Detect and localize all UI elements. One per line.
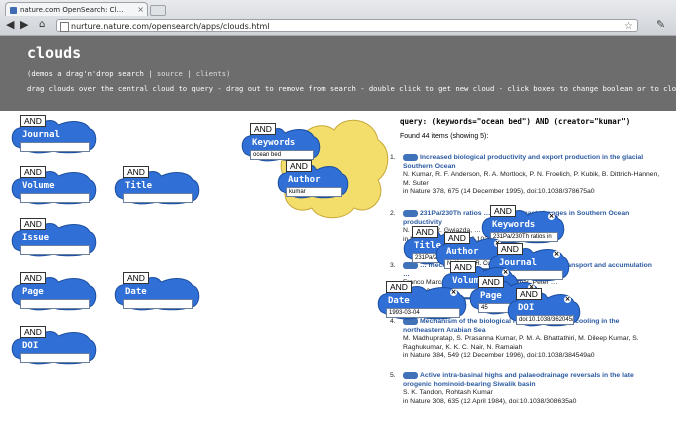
boolean-toggle[interactable]: AND: [20, 272, 46, 284]
cloud-input[interactable]: kumar: [286, 187, 342, 197]
page-header: clouds (demos a drag'n'drop search | sou…: [0, 36, 676, 111]
close-icon[interactable]: ×: [553, 251, 560, 258]
subtitle-text: (demos a drag'n'drop search |: [27, 69, 153, 78]
result-number: 2.: [390, 210, 396, 217]
cloud-author[interactable]: AND Author kumar: [276, 160, 350, 199]
cloud-icon[interactable]: [403, 210, 418, 217]
clients-link[interactable]: clients): [196, 69, 231, 78]
result-citation: in Nature 378, 675 (14 December 1995), d…: [403, 188, 595, 195]
browser-tab[interactable]: nature.com OpenSearch: Cl… ×: [5, 2, 148, 16]
close-tab-icon[interactable]: ×: [137, 3, 144, 16]
cloud-input[interactable]: 1993-03-04: [386, 308, 460, 318]
cloud-label: Author: [446, 247, 479, 257]
cloud-label: Page: [22, 287, 44, 297]
address-bar[interactable]: nurture.nature.com/opensearch/apps/cloud…: [56, 19, 638, 32]
favicon-icon: [10, 7, 17, 14]
result-authors: M. Madhupratap, S. Prasanna Kumar, P. M.…: [403, 335, 639, 351]
result-number: 1.: [390, 154, 396, 161]
result-item: 1. Increased biological productivity and …: [390, 154, 660, 197]
result-authors: N. Kumar, R. F. Anderson, R. A. Mortlock…: [403, 171, 660, 187]
close-icon[interactable]: ×: [450, 289, 457, 296]
cloud-input[interactable]: [20, 353, 90, 363]
boolean-toggle[interactable]: AND: [490, 205, 516, 217]
cloud-input[interactable]: [20, 193, 90, 203]
cloud-doi[interactable]: AND DOI doi:10.1038/362045a0 ×: [506, 288, 582, 327]
boolean-toggle[interactable]: AND: [20, 115, 46, 127]
cloud-keywords[interactable]: AND Keywords ocean bed: [240, 123, 322, 162]
cloud-title[interactable]: AND Title: [113, 166, 201, 205]
boolean-toggle[interactable]: AND: [516, 288, 542, 300]
cloud-input[interactable]: [20, 299, 90, 309]
cloud-label: Date: [125, 287, 147, 297]
result-item: 5. Active intra-basinal highs and palaeod…: [390, 372, 660, 406]
cloud-input[interactable]: [20, 142, 90, 152]
boolean-toggle[interactable]: AND: [20, 326, 46, 338]
close-icon[interactable]: ×: [502, 269, 509, 276]
result-number: 5.: [390, 372, 396, 379]
cloud-icon[interactable]: [403, 372, 418, 379]
cloud-issue[interactable]: AND Issue: [10, 218, 98, 257]
close-icon[interactable]: ×: [564, 296, 571, 303]
boolean-toggle[interactable]: AND: [386, 281, 412, 293]
url-text: nurture.nature.com/opensearch/apps/cloud…: [71, 22, 270, 31]
boolean-toggle[interactable]: AND: [450, 261, 476, 273]
cloud-input[interactable]: doi:10.1038/362045a0: [516, 315, 574, 325]
cloud-page[interactable]: AND Page: [10, 272, 98, 311]
cloud-label: Journal: [22, 130, 60, 140]
back-icon[interactable]: ◀: [6, 19, 14, 31]
cloud-label: Issue: [22, 233, 50, 243]
cloud-label: DOI: [22, 341, 39, 351]
cloud-label: Page: [480, 291, 502, 301]
cloud-label: Author: [288, 175, 321, 185]
result-authors: S. K. Tandon, Rohtash Kumar: [403, 389, 493, 396]
result-title-link[interactable]: Active intra-basinal highs and palaeodra…: [403, 372, 660, 389]
cloud-date[interactable]: AND Date 1993-03-04 ×: [376, 281, 468, 320]
forward-icon[interactable]: ▶: [20, 19, 28, 31]
cloud-journal[interactable]: AND Journal: [10, 115, 98, 154]
result-number: 3.: [390, 262, 396, 269]
source-link[interactable]: source: [157, 69, 183, 78]
wrench-icon[interactable]: ✎: [656, 18, 665, 31]
bookmark-star-icon[interactable]: ☆: [624, 20, 633, 33]
cloud-input[interactable]: [123, 299, 193, 309]
home-icon[interactable]: ⌂: [39, 19, 45, 31]
cloud-input[interactable]: ocean bed: [250, 150, 314, 160]
found-count: Found 44 items (showing 5):: [400, 133, 489, 140]
boolean-toggle[interactable]: AND: [20, 166, 46, 178]
close-icon[interactable]: ×: [548, 213, 555, 220]
cloud-date[interactable]: AND Date: [113, 272, 201, 311]
cloud-doi[interactable]: AND DOI: [10, 326, 98, 365]
new-tab-button[interactable]: [150, 5, 166, 16]
cloud-label: Date: [388, 296, 410, 306]
boolean-toggle[interactable]: AND: [123, 166, 149, 178]
result-citation: in Nature 308, 635 (12 April 1984), doi:…: [403, 397, 577, 405]
boolean-toggle[interactable]: AND: [286, 160, 312, 172]
cloud-label: Keywords: [492, 220, 536, 230]
result-title-link[interactable]: Increased biological productivity and ex…: [403, 154, 660, 171]
instructions: drag clouds over the central cloud to qu…: [27, 84, 676, 93]
result-citation: in Nature 384, 549 (12 December 1996), d…: [403, 352, 595, 359]
cloud-volume[interactable]: AND Volume: [10, 166, 98, 205]
page-icon: [60, 22, 69, 32]
boolean-toggle[interactable]: AND: [20, 218, 46, 230]
page-title: clouds: [27, 44, 82, 62]
query-text: query: (keywords="ocean bed") AND (creat…: [400, 117, 631, 126]
cloud-label: Title: [125, 181, 153, 191]
result-number: 4.: [390, 318, 396, 325]
cloud-label: Keywords: [252, 138, 296, 148]
cloud-input[interactable]: [123, 193, 193, 203]
boolean-toggle[interactable]: AND: [250, 123, 276, 135]
subtitle-sep: |: [187, 69, 192, 78]
cloud-input[interactable]: [20, 245, 90, 255]
browser-chrome: nature.com OpenSearch: Cl… × ◀ ▶ ⌂ nurtu…: [0, 0, 676, 36]
boolean-toggle[interactable]: AND: [478, 276, 504, 288]
tab-title: nature.com OpenSearch: Cl…: [20, 6, 124, 14]
subtitle: (demos a drag'n'drop search | source | c…: [27, 69, 230, 78]
cloud-label: Volume: [22, 181, 55, 191]
boolean-toggle[interactable]: AND: [497, 243, 523, 255]
cloud-icon[interactable]: [403, 154, 418, 161]
boolean-toggle[interactable]: AND: [444, 232, 470, 244]
cloud-label: DOI: [518, 303, 535, 313]
boolean-toggle[interactable]: AND: [123, 272, 149, 284]
